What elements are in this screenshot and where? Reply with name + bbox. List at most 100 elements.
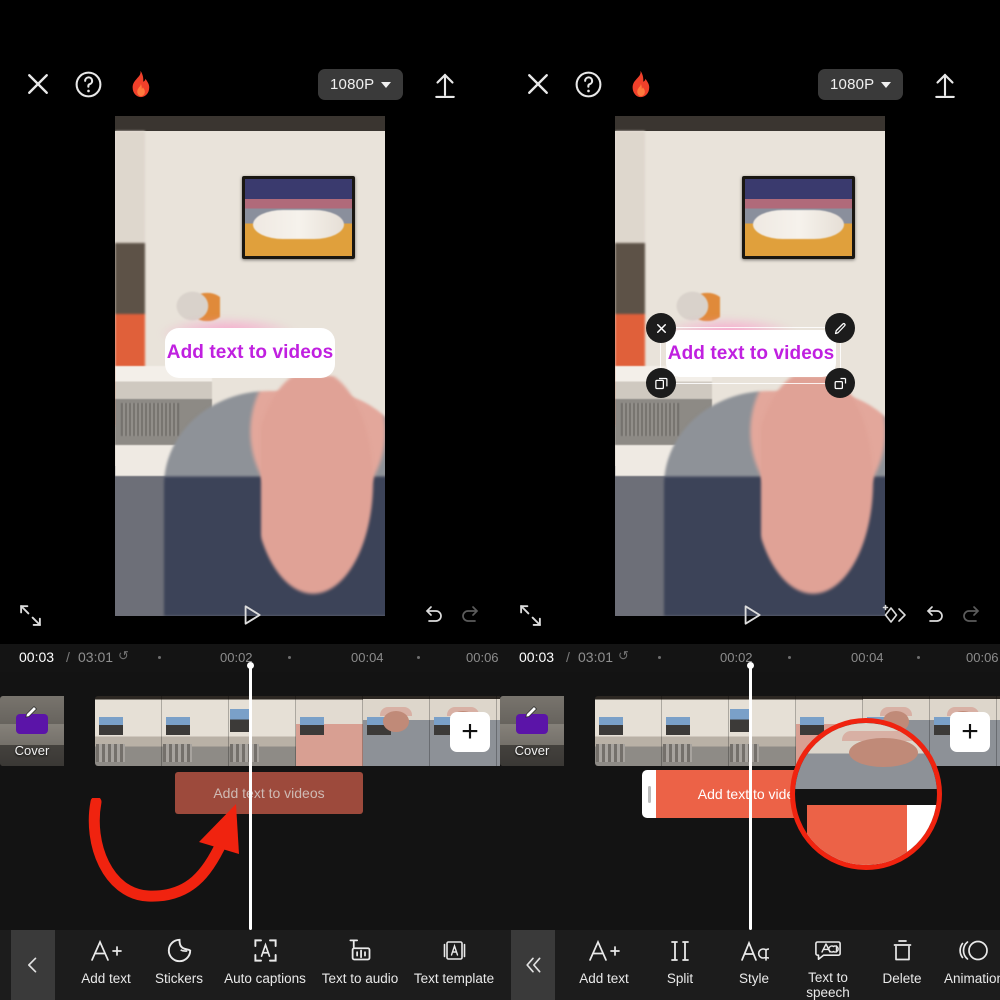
magnifier-content (795, 723, 937, 865)
text-overlay[interactable]: Add text to videos (165, 328, 335, 378)
text-to-speech-icon (814, 936, 842, 963)
text-to-audio-icon (347, 936, 374, 964)
ruler-dot (288, 656, 291, 659)
top-bar: 1080P (500, 0, 1000, 118)
fullscreen-icon[interactable] (516, 601, 544, 629)
tool-label: Text template (413, 971, 495, 986)
video-preview[interactable]: Add text to videos (615, 116, 885, 616)
add-text-icon (89, 936, 123, 964)
video-frame-thumb[interactable] (595, 696, 662, 766)
cover-label: Cover (514, 743, 550, 758)
add-keyframe-icon[interactable] (879, 601, 909, 629)
resolution-selector[interactable]: 1080P (318, 69, 404, 100)
fullscreen-icon[interactable] (16, 601, 44, 629)
loop-icon[interactable]: ↺ (118, 648, 129, 664)
tool-label: Text to audio (321, 971, 399, 986)
video-frame-thumb[interactable] (95, 696, 162, 766)
video-track[interactable] (95, 696, 500, 766)
undo-icon[interactable] (921, 602, 947, 628)
video-frame-thumb[interactable] (296, 696, 363, 766)
ruler-dot (417, 656, 420, 659)
tool-label: Delete (882, 971, 922, 986)
delete-handle-icon[interactable] (646, 313, 676, 343)
close-icon[interactable] (22, 68, 54, 100)
screenshot-root: 1080P Add text to videos 00:03 / 03:01 ↺… (0, 0, 1000, 1000)
video-painting (741, 176, 856, 259)
tool-text-to-audio[interactable]: Text to audio (314, 936, 406, 1000)
video-frame-thumb[interactable] (662, 696, 729, 766)
playhead[interactable] (249, 666, 252, 930)
toolbar-back-button[interactable] (511, 930, 555, 1000)
tool-animation[interactable]: Animation (928, 936, 1000, 1000)
add-clip-button[interactable]: + (450, 712, 490, 752)
chevron-down-icon (381, 81, 392, 88)
resolution-label: 1080P (330, 76, 375, 93)
help-icon[interactable] (72, 68, 105, 101)
ruler-tick: 00:04 (851, 650, 884, 665)
video-preview[interactable]: Add text to videos (115, 116, 385, 616)
tool-text-template[interactable]: Text template (408, 936, 500, 1000)
top-bar: 1080P (0, 0, 500, 118)
playback-controls (0, 596, 500, 640)
tool-label: Add text (81, 971, 131, 986)
ruler-tick: 00:04 (351, 650, 384, 665)
help-icon[interactable] (572, 68, 605, 101)
animation-icon (958, 936, 990, 964)
toolbar-back-button[interactable] (11, 930, 55, 1000)
undo-icon[interactable] (420, 602, 446, 628)
total-time: 03:01 (578, 649, 614, 665)
video-frame-thumb[interactable] (363, 696, 430, 766)
close-icon[interactable] (522, 68, 554, 100)
playhead-knob (747, 662, 754, 669)
export-icon[interactable] (428, 68, 461, 101)
stickers-icon (166, 936, 193, 964)
cover-thumbnail[interactable]: Cover (0, 696, 64, 766)
ruler-dot (658, 656, 661, 659)
bottom-toolbar: Add text Split Style Text to speech Dele… (500, 930, 1000, 1000)
tool-auto-captions[interactable]: Auto captions (219, 936, 311, 1000)
cover-thumbnail[interactable]: Cover (500, 696, 564, 766)
play-icon[interactable] (236, 600, 266, 630)
resolution-selector[interactable]: 1080P (818, 69, 904, 100)
resize-handle-icon[interactable] (825, 368, 855, 398)
playhead[interactable] (749, 666, 752, 930)
tool-label: Stickers (154, 971, 203, 986)
copy-handle-icon[interactable] (646, 368, 676, 398)
redo-icon[interactable] (959, 602, 985, 628)
magnified-video-thumb (795, 723, 937, 789)
edit-handle-icon[interactable] (825, 313, 855, 343)
panel-left: 1080P Add text to videos 00:03 / 03:01 ↺… (0, 0, 500, 1000)
add-clip-button[interactable]: + (950, 712, 990, 752)
play-icon[interactable] (736, 600, 766, 630)
time-separator: / (566, 649, 570, 665)
tool-stickers[interactable]: Stickers (133, 936, 225, 1000)
cover-label: Cover (14, 743, 50, 758)
redo-icon[interactable] (458, 602, 484, 628)
ruler-dot (917, 656, 920, 659)
flame-icon[interactable] (124, 69, 156, 101)
bottom-toolbar: Add text Stickers Auto captions Text to … (0, 930, 500, 1000)
playback-controls (500, 596, 1000, 640)
video-frame-thumb[interactable] (229, 696, 296, 766)
export-icon[interactable] (928, 68, 961, 101)
flame-icon[interactable] (624, 69, 656, 101)
text-template-icon (440, 936, 469, 964)
magnified-text-clip (807, 805, 937, 865)
tool-label: Style (738, 971, 769, 986)
playhead-knob (247, 662, 254, 669)
resolution-label: 1080P (830, 76, 875, 93)
text-selection-box[interactable] (646, 313, 855, 398)
trim-handle-left[interactable] (648, 786, 651, 803)
add-text-icon (587, 936, 621, 964)
video-frame-thumb[interactable] (162, 696, 229, 766)
video-painting (241, 176, 356, 259)
tool-label: Text to speech (806, 970, 850, 1000)
chevron-down-icon (881, 81, 892, 88)
text-clip[interactable]: Add text to videos (175, 772, 363, 814)
tool-label: Add text (579, 971, 629, 986)
loop-icon[interactable]: ↺ (618, 648, 629, 664)
split-icon (667, 936, 693, 964)
ruler-tick: 00:06 (966, 650, 999, 665)
red-circle-magnifier (790, 718, 942, 870)
video-frame-thumb[interactable] (729, 696, 796, 766)
